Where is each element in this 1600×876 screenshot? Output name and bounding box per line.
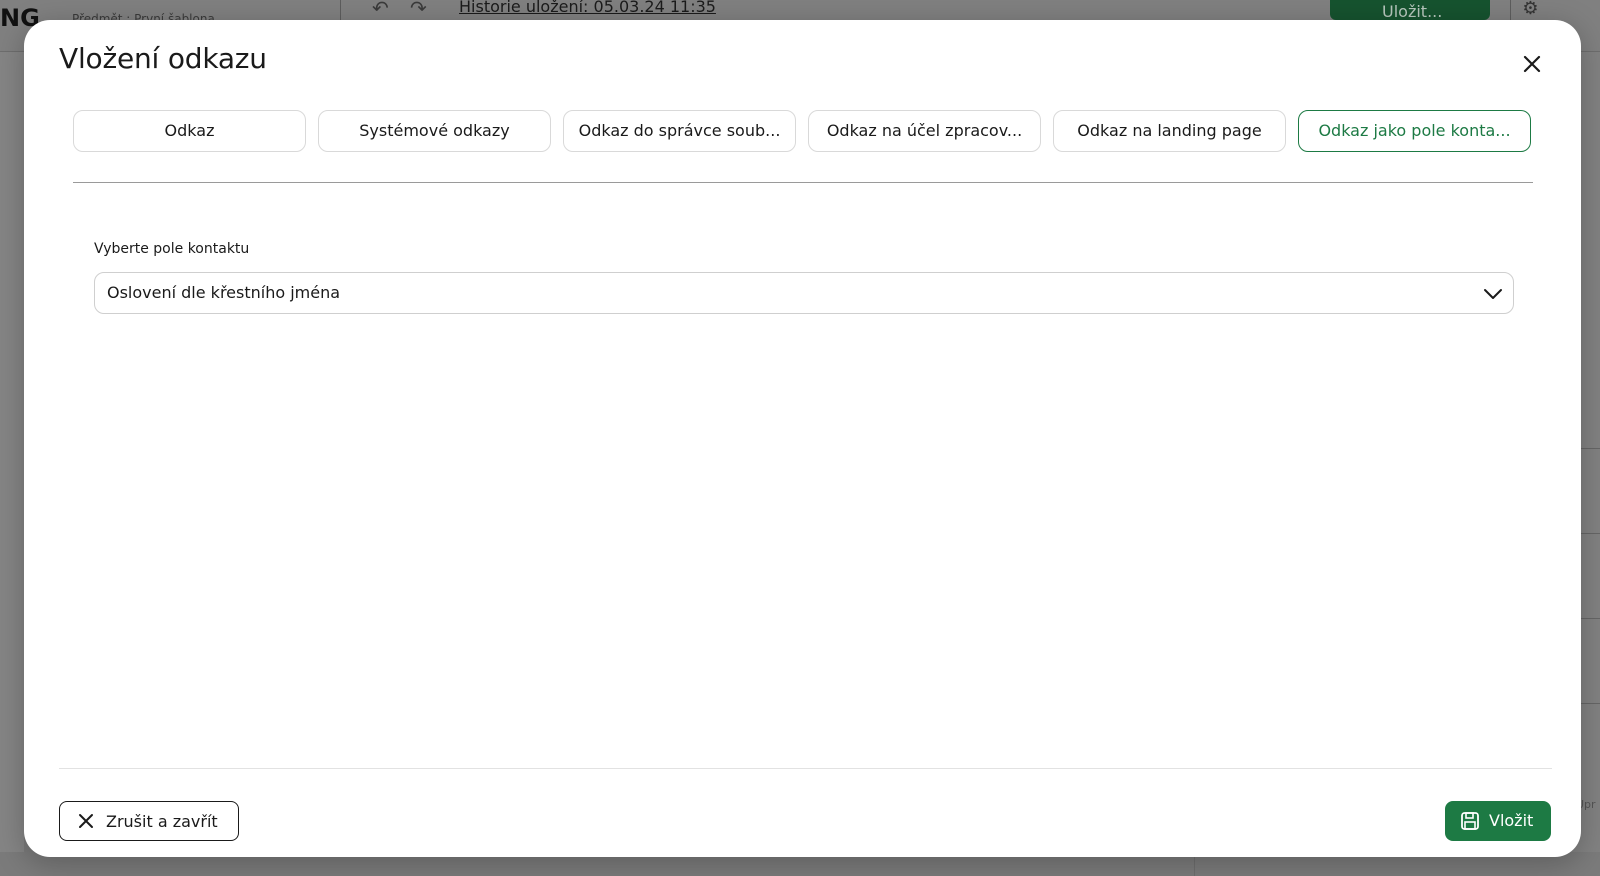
contact-field-value: Oslovení dle křestního jména: [107, 283, 341, 302]
cancel-label: Zrušit a zavřít: [106, 812, 218, 831]
tab-contact-field-link[interactable]: Odkaz jako pole konta...: [1298, 110, 1531, 152]
footer-divider: [59, 768, 1552, 769]
close-icon[interactable]: [1519, 51, 1545, 77]
tab-file-manager-link[interactable]: Odkaz do správce soub...: [563, 110, 796, 152]
tab-odkaz[interactable]: Odkaz: [73, 110, 306, 152]
dialog-title: Vložení odkazu: [59, 42, 267, 75]
link-type-tabs: Odkaz Systémové odkazy Odkaz do správce …: [73, 110, 1533, 152]
tabs-divider: [73, 182, 1533, 183]
contact-field-label: Vyberte pole kontaktu: [94, 241, 250, 257]
tab-system-links[interactable]: Systémové odkazy: [318, 110, 551, 152]
contact-field-select[interactable]: Oslovení dle křestního jména: [94, 272, 1514, 314]
cancel-and-close-button[interactable]: Zrušit a zavřít: [59, 801, 239, 841]
save-icon: [1460, 811, 1480, 831]
tab-processing-purpose-link[interactable]: Odkaz na účel zpracov...: [808, 110, 1041, 152]
insert-link-dialog: Vložení odkazu Odkaz Systémové odkazy Od…: [24, 20, 1581, 857]
x-icon: [78, 813, 94, 829]
gear-icon[interactable]: ⚙: [1510, 0, 1550, 20]
save-menu-button[interactable]: Uložit...: [1330, 0, 1490, 21]
undo-icon[interactable]: ↶: [372, 0, 389, 18]
left-rail: [0, 52, 24, 876]
save-history-link[interactable]: Historie uložení: 05.03.24 11:35: [459, 0, 716, 16]
insert-label: Vložit: [1489, 811, 1534, 830]
toolbar-divider: [340, 0, 341, 22]
chevron-down-icon: [1483, 284, 1503, 304]
insert-button[interactable]: Vložit: [1445, 801, 1551, 841]
tab-landing-page-link[interactable]: Odkaz na landing page: [1053, 110, 1286, 152]
redo-icon[interactable]: ↷: [410, 0, 427, 18]
